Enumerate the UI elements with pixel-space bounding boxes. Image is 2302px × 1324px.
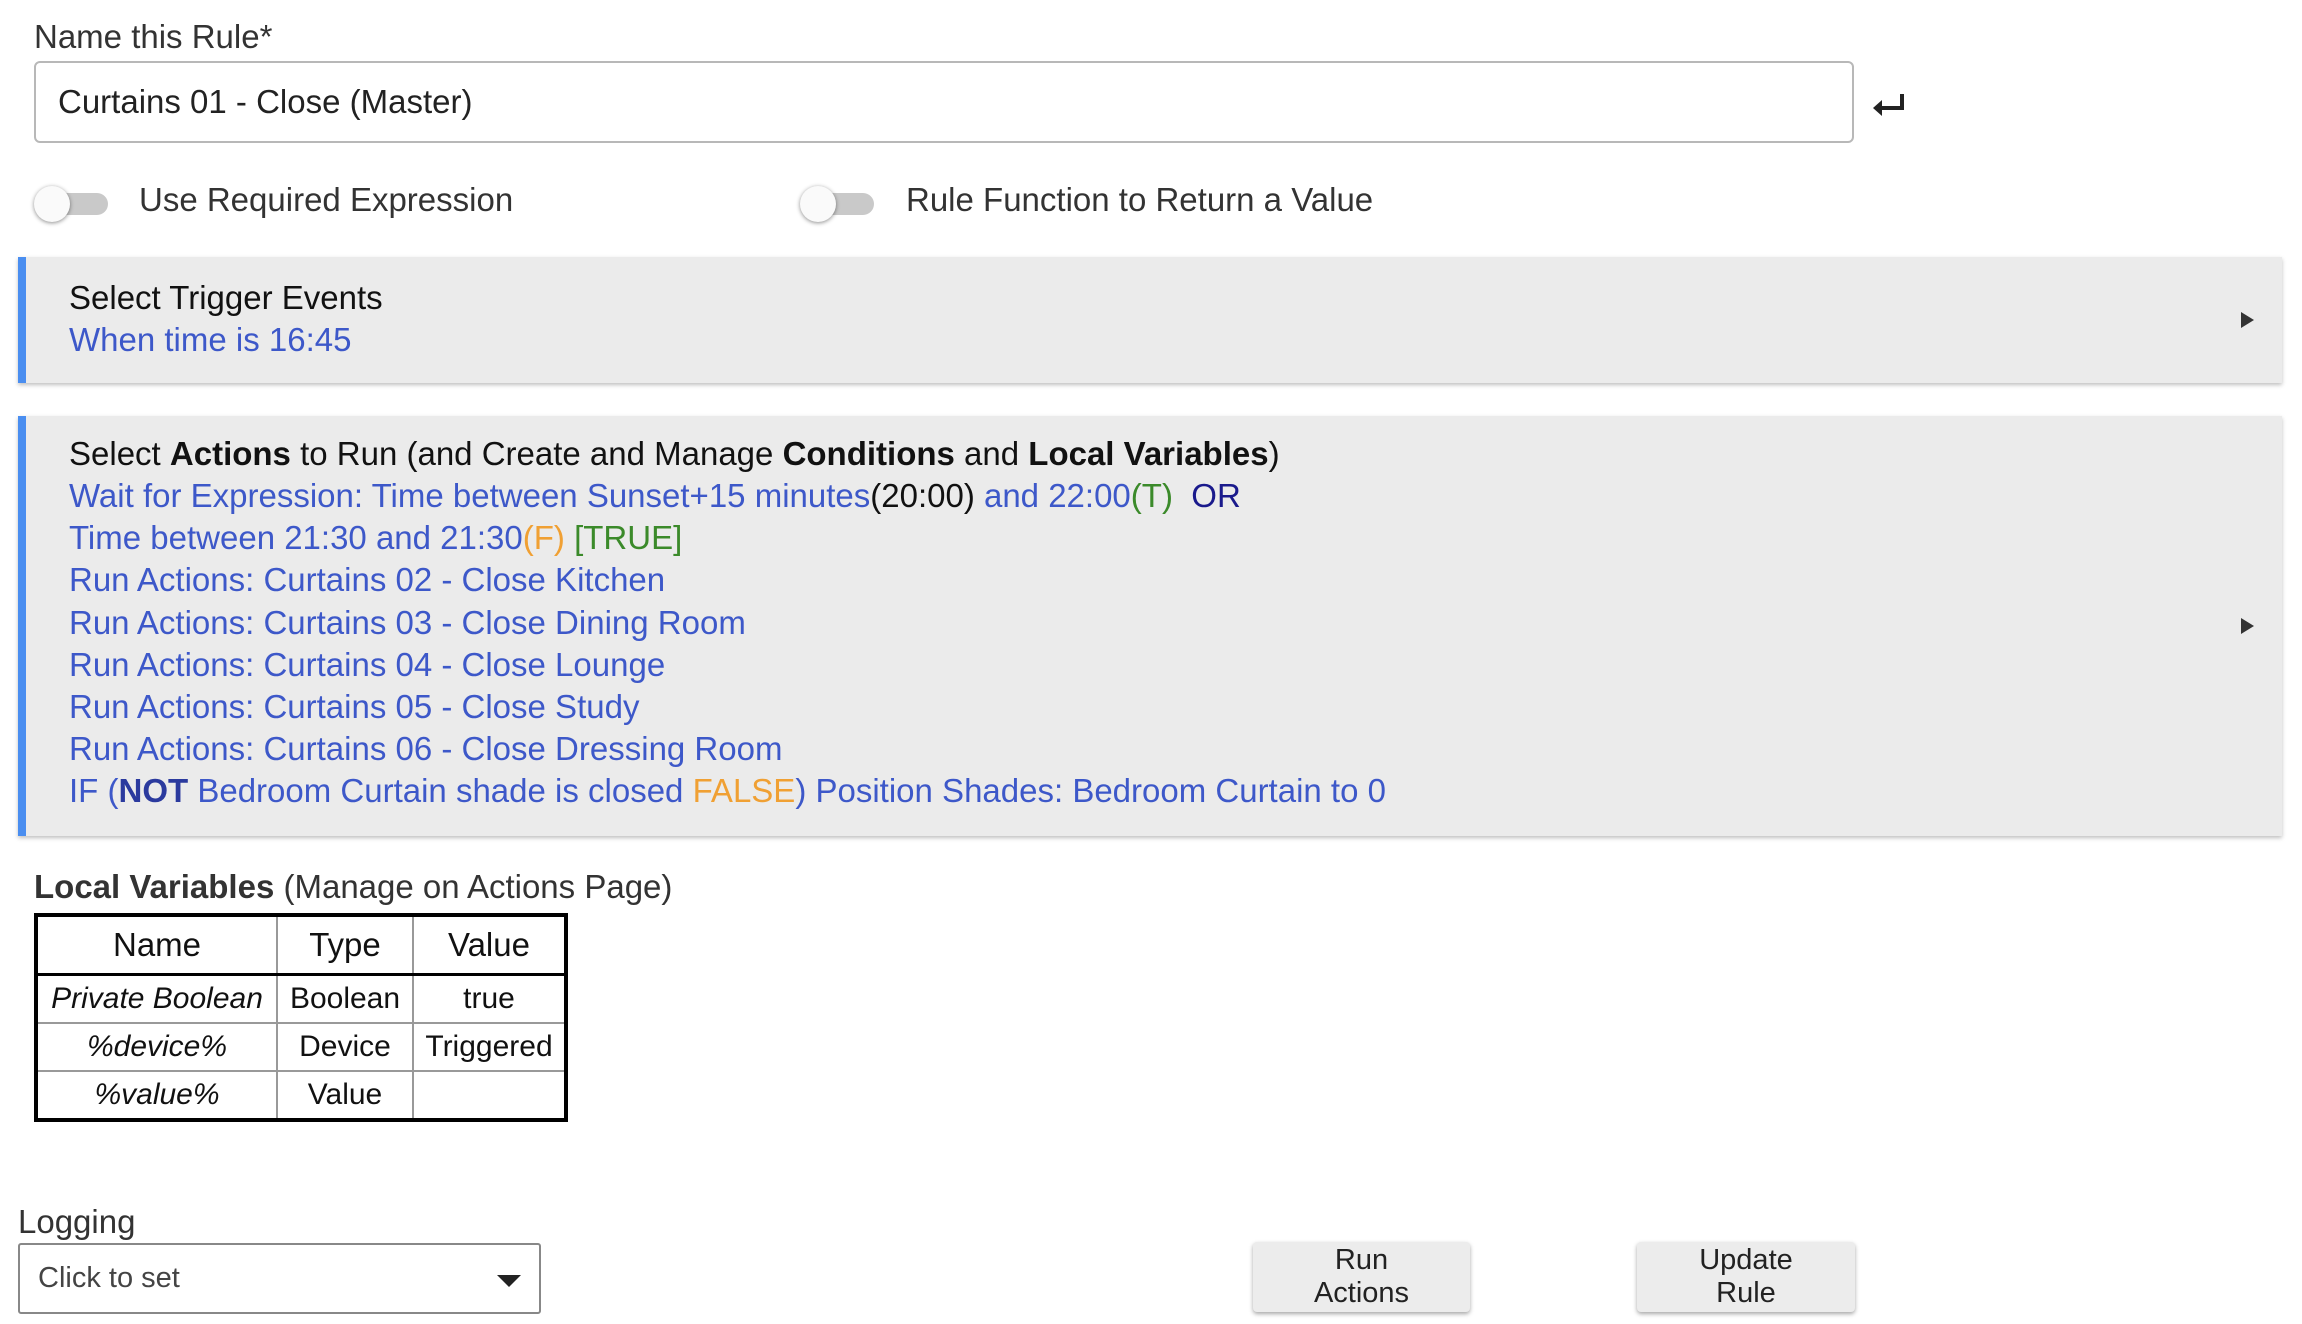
variable-type-cell: Device	[276, 1022, 414, 1072]
run-action-line: Run Actions: Curtains 05 - Close Study	[69, 688, 640, 726]
expand-arrow-icon[interactable]	[2241, 618, 2254, 634]
variable-name-cell: Private Boolean	[35, 973, 278, 1024]
actions-panel-title: Select Actions to Run (and Create and Ma…	[69, 435, 1280, 472]
table-row: Private Boolean Boolean true	[35, 973, 567, 1024]
variable-value-cell	[412, 1070, 567, 1121]
trigger-events-panel[interactable]: Select Trigger Events When time is 16:45	[18, 257, 2282, 383]
variable-type-cell: Boolean	[276, 973, 414, 1024]
dropdown-caret-icon[interactable]	[497, 1275, 521, 1287]
variable-name-cell: %device%	[35, 1022, 278, 1072]
run-action-line: Run Actions: Curtains 06 - Close Dressin…	[69, 730, 783, 768]
expand-arrow-icon[interactable]	[2241, 312, 2254, 328]
trigger-events-title: Select Trigger Events	[69, 279, 383, 316]
time-between-line: Time between 21:30 and 21:30(F) [TRUE]	[69, 519, 683, 557]
wait-expression-line: Wait for Expression: Time between Sunset…	[69, 477, 1241, 514]
column-header-value: Value	[412, 914, 567, 976]
run-action-line: Run Actions: Curtains 04 - Close Lounge	[69, 645, 666, 683]
local-variables-table: Name Type Value Private Boolean Boolean …	[34, 913, 568, 1122]
variable-value-cell: Triggered	[412, 1022, 567, 1072]
variable-value-cell: true	[412, 973, 567, 1024]
logging-label: Logging	[18, 1203, 136, 1240]
if-condition-line: IF (NOT Bedroom Curtain shade is closed …	[69, 772, 1386, 810]
table-row: %device% Device Triggered	[35, 1022, 567, 1072]
table-row: %value% Value	[35, 1070, 567, 1121]
run-action-line: Run Actions: Curtains 03 - Close Dining …	[69, 603, 746, 641]
logging-select-value: Click to set	[38, 1262, 180, 1294]
enter-return-icon[interactable]	[1870, 88, 1910, 124]
run-action-line: Run Actions: Curtains 02 - Close Kitchen	[69, 561, 666, 599]
trigger-event-line: When time is 16:45	[69, 321, 352, 358]
use-required-expression-toggle[interactable]	[34, 186, 110, 222]
update-rule-button[interactable]: Update Rule	[1637, 1242, 1855, 1312]
rule-function-return-toggle[interactable]	[800, 186, 876, 222]
column-header-type: Type	[276, 914, 414, 976]
logging-select[interactable]: Click to set	[18, 1243, 541, 1314]
rule-name-input[interactable]	[34, 61, 1854, 143]
rule-name-label: Name this Rule*	[34, 18, 273, 55]
column-header-name: Name	[35, 914, 278, 976]
run-actions-button[interactable]: Run Actions	[1253, 1242, 1470, 1312]
actions-panel[interactable]: Select Actions to Run (and Create and Ma…	[18, 416, 2282, 836]
use-required-expression-label: Use Required Expression	[139, 181, 514, 218]
variable-name-cell: %value%	[35, 1070, 278, 1121]
variable-type-cell: Value	[276, 1070, 414, 1121]
local-variables-title: Local Variables (Manage on Actions Page)	[34, 868, 673, 905]
rule-function-return-label: Rule Function to Return a Value	[906, 181, 1374, 218]
